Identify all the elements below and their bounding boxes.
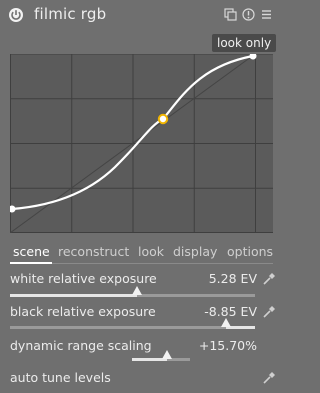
white-exposure-value[interactable]: 5.28 EV [209, 271, 257, 286]
color-picker-icon[interactable] [262, 272, 276, 286]
black-exposure-slider[interactable] [10, 318, 255, 330]
grey-pivot-node[interactable] [157, 113, 169, 125]
color-picker-icon[interactable] [262, 305, 276, 319]
view-mode-badge[interactable]: look only [212, 34, 277, 52]
presets-icon[interactable] [224, 8, 237, 21]
slider-handle[interactable] [162, 350, 172, 359]
slider-track [10, 326, 255, 329]
menu-icon[interactable] [260, 8, 273, 21]
dynamic-range-label: dynamic range scaling [10, 338, 152, 353]
tab-bar: scene reconstruct look display options [0, 242, 283, 264]
slider-handle[interactable] [221, 318, 231, 327]
white-exposure-slider[interactable] [10, 286, 255, 298]
black-point-node[interactable] [10, 205, 16, 213]
black-exposure-label: black relative exposure [10, 304, 156, 319]
tab-reconstruct[interactable]: reconstruct [58, 244, 129, 259]
black-exposure-value[interactable]: -8.85 EV [204, 304, 257, 319]
auto-tune-label: auto tune levels [10, 370, 111, 385]
tab-options[interactable]: options [227, 244, 273, 259]
slider-handle[interactable] [132, 286, 142, 295]
dynamic-range-slider[interactable] [132, 350, 190, 362]
dynamic-range-value[interactable]: +15.70% [199, 338, 257, 353]
tab-look[interactable]: look [138, 244, 164, 259]
active-tab-indicator [10, 262, 52, 264]
curve-svg [10, 54, 273, 233]
reset-icon[interactable] [242, 8, 255, 21]
tab-scene[interactable]: scene [13, 244, 50, 259]
module-title: filmic rgb [34, 5, 107, 23]
tab-display[interactable]: display [173, 244, 217, 259]
slider-fill [10, 294, 137, 297]
power-icon[interactable] [8, 7, 24, 23]
grid [10, 54, 273, 233]
module-header: filmic rgb [0, 0, 283, 30]
color-picker-icon[interactable] [262, 371, 276, 385]
filmic-curve-graph[interactable] [10, 54, 273, 233]
white-exposure-label: white relative exposure [10, 271, 157, 286]
